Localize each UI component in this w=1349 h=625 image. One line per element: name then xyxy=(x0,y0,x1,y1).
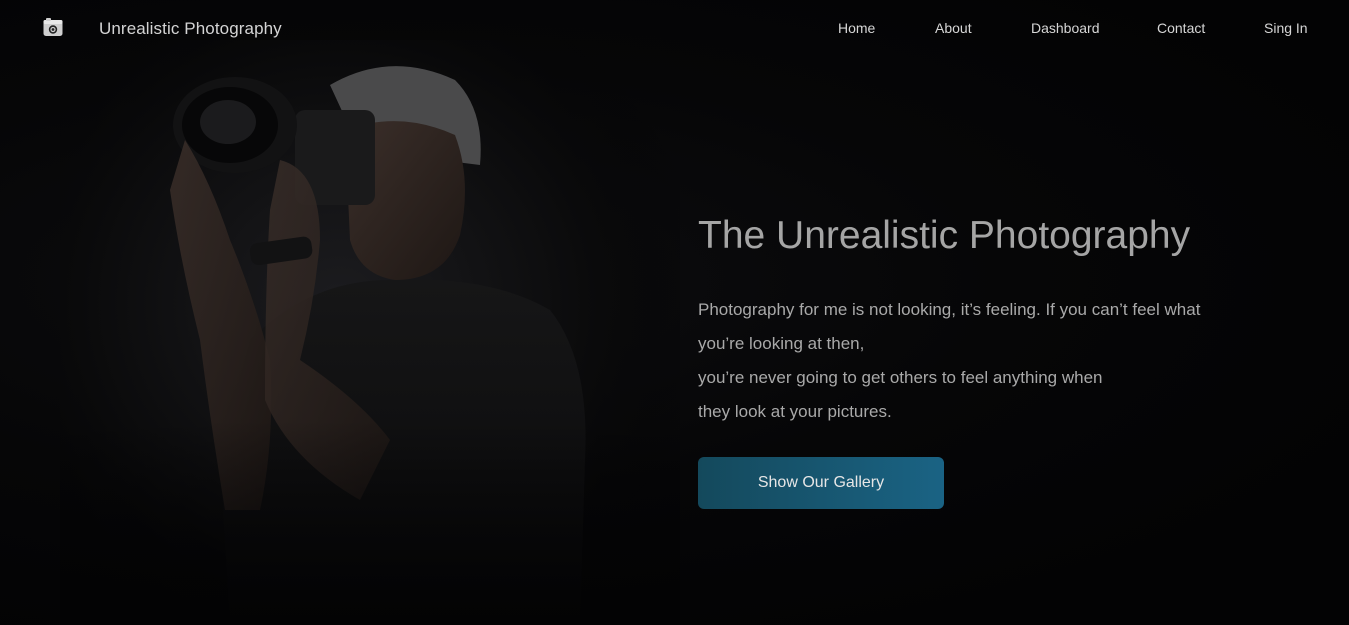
hero-text-line: you’re never going to get others to feel… xyxy=(698,368,1103,387)
hero-text-line: they look at your pictures. xyxy=(698,402,892,421)
nav-sign-in-link[interactable]: Sing In xyxy=(1264,20,1308,36)
top-navigation: Unrealistic Photography Home About Dashb… xyxy=(0,0,1349,58)
nav-about-link[interactable]: About xyxy=(935,20,972,36)
brand-name[interactable]: Unrealistic Photography xyxy=(99,19,282,39)
show-gallery-button[interactable]: Show Our Gallery xyxy=(698,457,944,509)
hero-text-line: Photography for me is not looking, it’s … xyxy=(698,300,1201,319)
nav-contact-link[interactable]: Contact xyxy=(1157,20,1205,36)
hero-title: The Unrealistic Photography xyxy=(698,214,1191,257)
landing-page: Unrealistic Photography Home About Dashb… xyxy=(0,0,1349,625)
nav-home-link[interactable]: Home xyxy=(838,20,875,36)
hero-description: Photography for me is not looking, it’s … xyxy=(698,293,1228,429)
nav-dashboard-link[interactable]: Dashboard xyxy=(1031,20,1100,36)
hero-text-line: you’re looking at then, xyxy=(698,334,865,353)
camera-icon[interactable] xyxy=(43,18,63,37)
hero-photographer-image xyxy=(60,40,680,625)
